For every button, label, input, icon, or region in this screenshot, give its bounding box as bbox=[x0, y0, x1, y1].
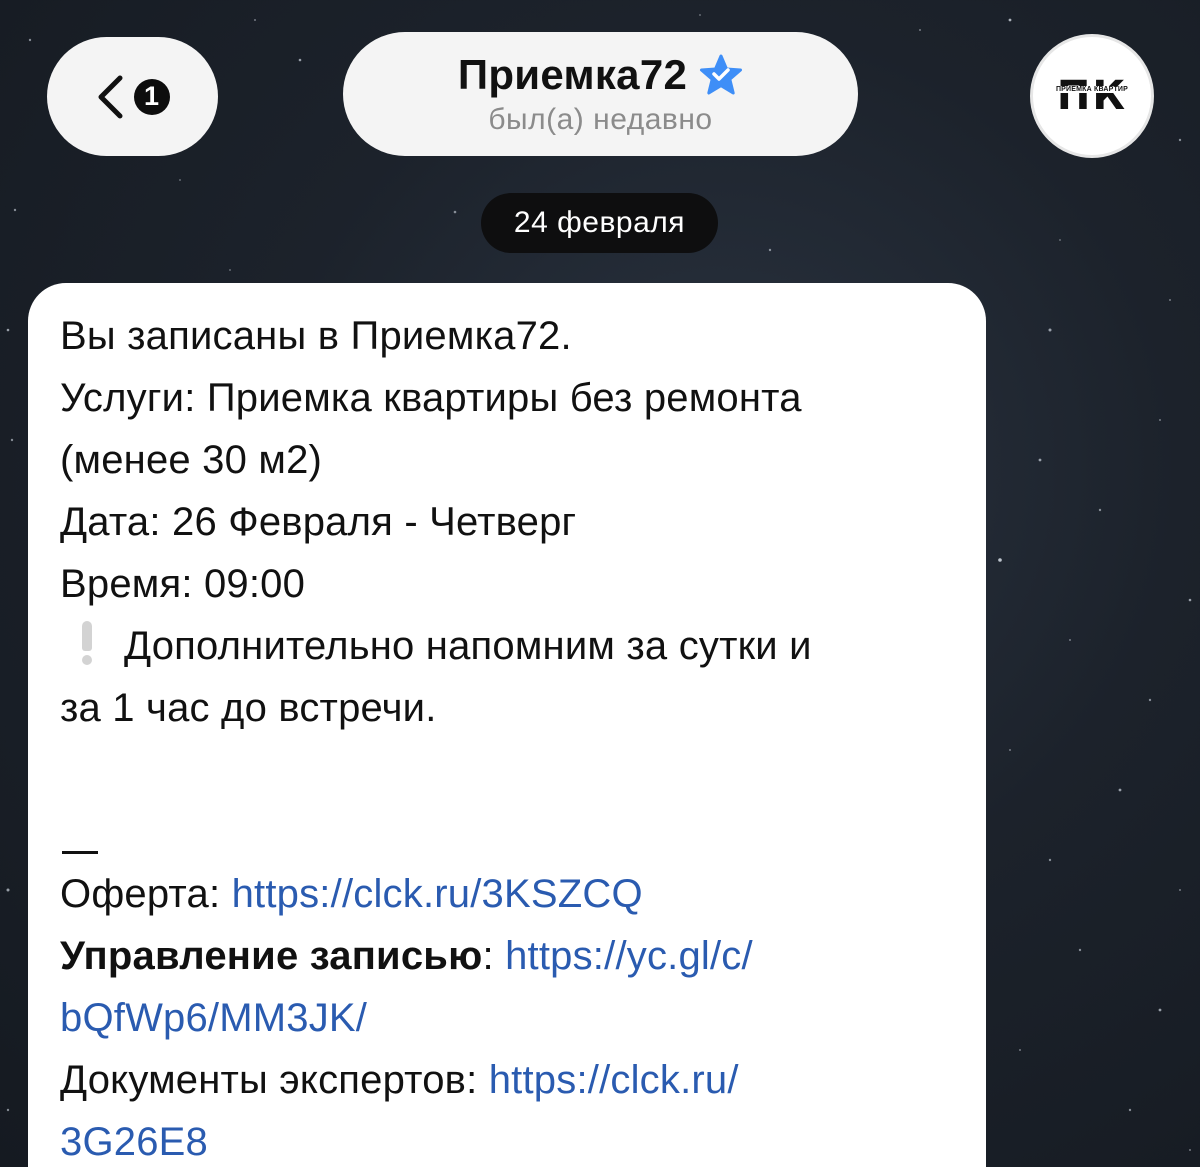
offer-line: Оферта: https://clck.ru/3KSZCQ bbox=[60, 863, 954, 925]
docs-label: Документы экспертов: bbox=[60, 1058, 489, 1102]
docs-link-cont[interactable]: 3G26E8 bbox=[60, 1120, 208, 1164]
chat-status: был(а) недавно bbox=[488, 103, 713, 136]
docs-link[interactable]: https://clck.ru/ bbox=[489, 1058, 739, 1102]
message-line: Дополнительно напомним за сутки и bbox=[60, 615, 954, 677]
manage-line: Управление записью: https://yc.gl/c/ bbox=[60, 925, 954, 987]
message-line: Услуги: Приемка квартиры без ремонта bbox=[60, 376, 802, 420]
manage-line-cont: bQfWp6/MM3JK/ bbox=[60, 987, 954, 1049]
message-text: Дополнительно напомним за сутки и bbox=[124, 624, 812, 668]
docs-line-cont: 3G26E8 bbox=[60, 1111, 954, 1167]
chevron-left-icon bbox=[98, 75, 122, 118]
offer-link[interactable]: https://clck.ru/3KSZCQ bbox=[232, 872, 643, 916]
back-button[interactable]: 1 bbox=[47, 37, 218, 156]
message-bubble: Вы записаны в Приемка72. Услуги: Приемка… bbox=[28, 283, 986, 1167]
chat-title: Приемка72 bbox=[457, 51, 688, 98]
chat-title-row: Приемка72 bbox=[458, 51, 743, 99]
docs-line: Документы экспертов: https://clck.ru/ bbox=[60, 1049, 954, 1111]
manage-label: Управление записью bbox=[60, 934, 483, 978]
star-badge-icon bbox=[700, 54, 743, 95]
message-line: за 1 час до встречи. bbox=[60, 686, 437, 730]
date-separator: 24 февраля bbox=[481, 193, 718, 253]
message-line: Время: 09:00 bbox=[60, 562, 306, 606]
avatar-logo: ПК ПРИЕМКА КВАРТИР bbox=[1053, 73, 1131, 119]
message-line: Дата: 26 Февраля - Четверг bbox=[60, 500, 577, 544]
manage-link-cont[interactable]: bQfWp6/MM3JK/ bbox=[60, 996, 367, 1040]
message-line: (менее 30 м2) bbox=[60, 438, 323, 482]
manage-link[interactable]: https://yc.gl/c/ bbox=[505, 934, 753, 978]
offer-label: Оферта: bbox=[60, 872, 232, 916]
unread-count-badge: 1 bbox=[133, 78, 170, 115]
message-line: Вы записаны в Приемка72. bbox=[60, 314, 572, 358]
avatar-caption: ПРИЕМКА КВАРТИР bbox=[1053, 86, 1131, 93]
avatar-letters: ПК bbox=[1056, 73, 1128, 119]
exclamation-icon bbox=[78, 621, 96, 665]
avatar[interactable]: ПК ПРИЕМКА КВАРТИР bbox=[1030, 34, 1154, 158]
manage-separator: : bbox=[482, 934, 506, 978]
dash-separator bbox=[60, 801, 954, 863]
chat-header[interactable]: Приемка72 был(а) недавно bbox=[343, 32, 858, 156]
